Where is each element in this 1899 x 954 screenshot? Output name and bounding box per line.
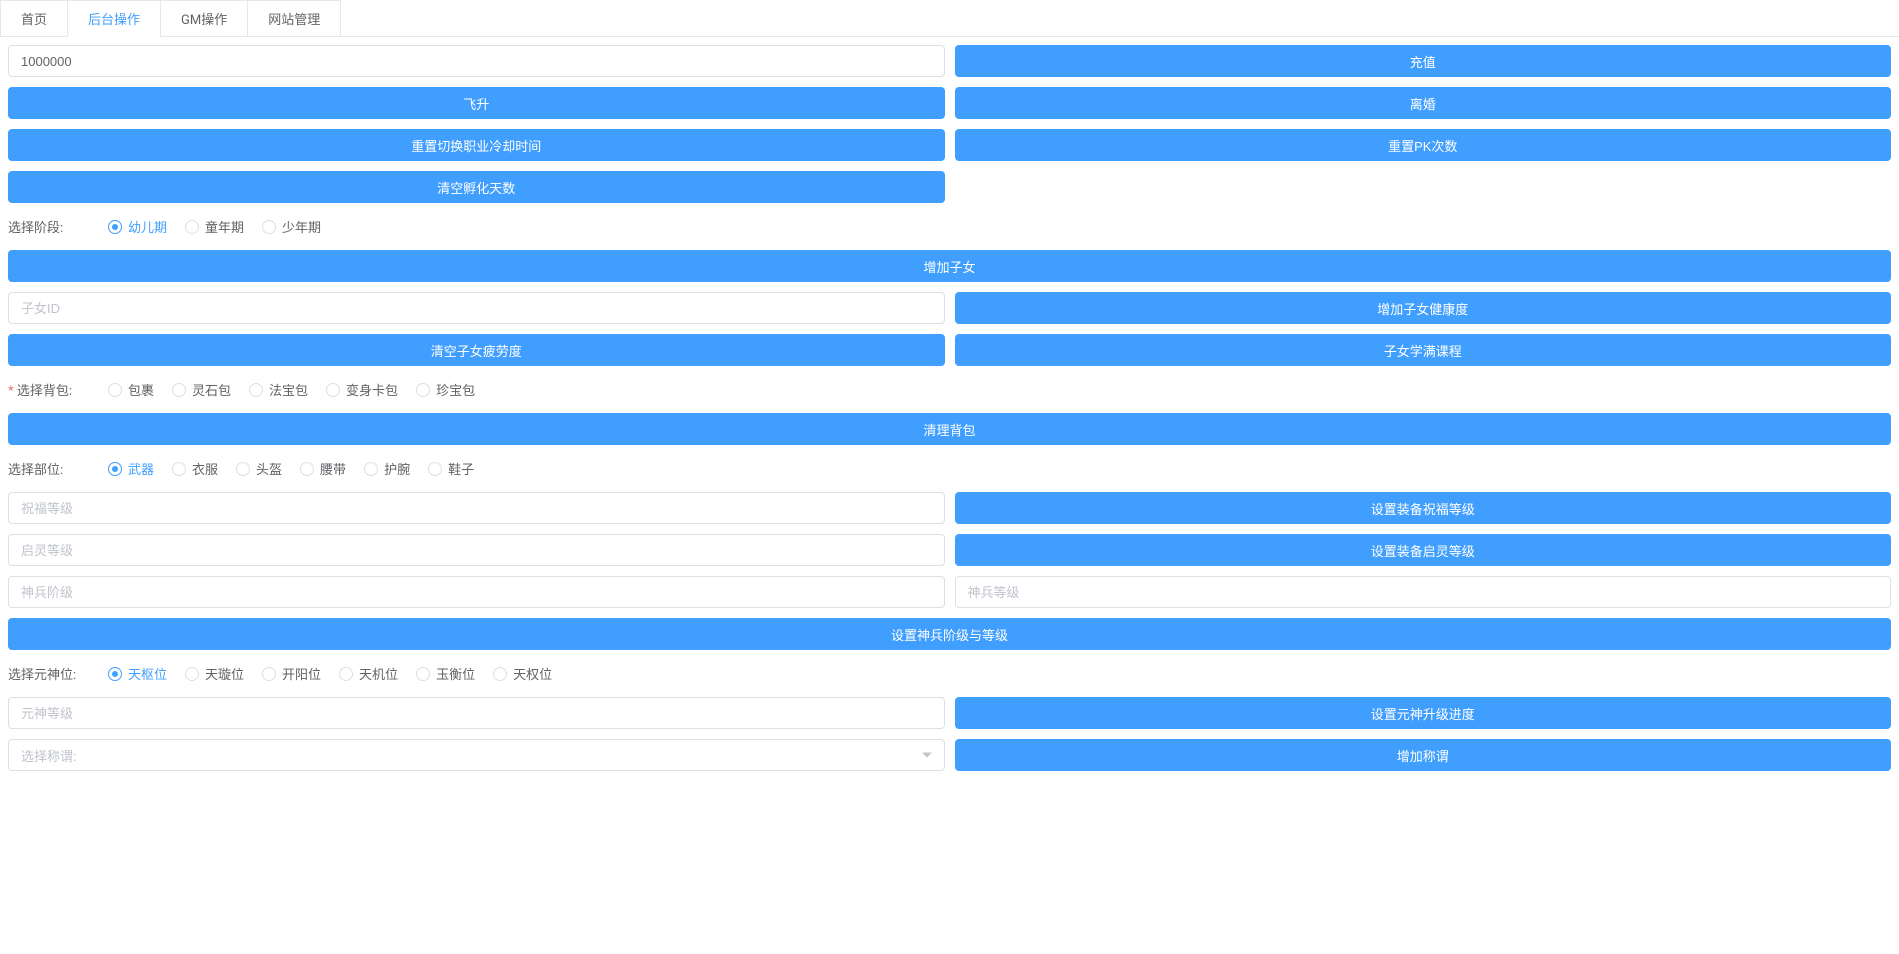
radio-part-weapon[interactable]: 武器 — [108, 459, 154, 478]
radio-bag-rare[interactable]: 珍宝包 — [416, 380, 475, 399]
divorce-button[interactable]: 离婚 — [955, 87, 1892, 119]
stage-label: 选择阶段: — [8, 217, 108, 236]
clear-hatch-button[interactable]: 清空孵化天数 — [8, 171, 945, 203]
title-select[interactable]: 选择称谓: — [8, 739, 945, 771]
part-label: 选择部位: — [8, 459, 108, 478]
set-blessing-button[interactable]: 设置装备祝福等级 — [955, 492, 1892, 524]
radio-stage-infant[interactable]: 幼儿期 — [108, 217, 167, 236]
tabs-nav: 首页 后台操作 GM操作 网站管理 — [0, 0, 1899, 37]
recharge-button[interactable]: 充值 — [955, 45, 1892, 77]
radio-part-belt[interactable]: 腰带 — [300, 459, 346, 478]
add-child-button[interactable]: 增加子女 — [8, 250, 1891, 282]
clear-child-fatigue-button[interactable]: 清空子女疲劳度 — [8, 334, 945, 366]
radio-stage-teen[interactable]: 少年期 — [262, 217, 321, 236]
radio-icon — [428, 462, 442, 476]
qiling-input[interactable] — [8, 534, 945, 566]
radio-icon — [172, 383, 186, 397]
ascend-button[interactable]: 飞升 — [8, 87, 945, 119]
child-id-input[interactable] — [8, 292, 945, 324]
tab-backend[interactable]: 后台操作 — [67, 0, 161, 37]
set-shenbing-button[interactable]: 设置神兵阶级与等级 — [8, 618, 1891, 650]
radio-icon — [185, 667, 199, 681]
radio-icon — [236, 462, 250, 476]
radio-part-clothes[interactable]: 衣服 — [172, 459, 218, 478]
add-child-health-button[interactable]: 增加子女健康度 — [955, 292, 1892, 324]
reset-job-cd-button[interactable]: 重置切换职业冷却时间 — [8, 129, 945, 161]
radio-icon — [185, 220, 199, 234]
amount-input[interactable] — [8, 45, 945, 77]
tab-home[interactable]: 首页 — [0, 0, 68, 36]
radio-icon — [416, 383, 430, 397]
part-radio-group: 武器 衣服 头盔 腰带 护腕 鞋子 — [108, 459, 474, 478]
radio-yuanshen-kaiyang[interactable]: 开阳位 — [262, 664, 321, 683]
radio-icon — [108, 667, 122, 681]
radio-icon — [326, 383, 340, 397]
radio-yuanshen-yuheng[interactable]: 玉衡位 — [416, 664, 475, 683]
radio-icon — [300, 462, 314, 476]
radio-icon — [493, 667, 507, 681]
radio-icon — [108, 462, 122, 476]
radio-yuanshen-tianji[interactable]: 天机位 — [339, 664, 398, 683]
yuanshen-label: 选择元神位: — [8, 664, 108, 683]
radio-icon — [108, 220, 122, 234]
radio-icon — [172, 462, 186, 476]
title-select-placeholder: 选择称谓: — [21, 746, 76, 765]
radio-icon — [262, 220, 276, 234]
radio-stage-child[interactable]: 童年期 — [185, 217, 244, 236]
radio-yuanshen-tianquan[interactable]: 天权位 — [493, 664, 552, 683]
yuanshen-level-input[interactable] — [8, 697, 945, 729]
shenbing-level-input[interactable] — [955, 576, 1892, 608]
radio-bag-pack[interactable]: 包裹 — [108, 380, 154, 399]
stage-radio-group: 幼儿期 童年期 少年期 — [108, 217, 321, 236]
clear-bag-button[interactable]: 清理背包 — [8, 413, 1891, 445]
radio-icon — [249, 383, 263, 397]
radio-bag-transform[interactable]: 变身卡包 — [326, 380, 398, 399]
radio-yuanshen-tianxuan[interactable]: 天璇位 — [185, 664, 244, 683]
radio-part-helmet[interactable]: 头盔 — [236, 459, 282, 478]
shenbing-stage-input[interactable] — [8, 576, 945, 608]
bag-radio-group: 包裹 灵石包 法宝包 变身卡包 珍宝包 — [108, 380, 475, 399]
radio-bag-treasure[interactable]: 法宝包 — [249, 380, 308, 399]
radio-bag-stone[interactable]: 灵石包 — [172, 380, 231, 399]
radio-icon — [416, 667, 430, 681]
radio-part-shoes[interactable]: 鞋子 — [428, 459, 474, 478]
bag-label: 选择背包: — [8, 380, 108, 399]
set-qiling-button[interactable]: 设置装备启灵等级 — [955, 534, 1892, 566]
radio-icon — [262, 667, 276, 681]
add-title-button[interactable]: 增加称谓 — [955, 739, 1892, 771]
reset-pk-button[interactable]: 重置PK次数 — [955, 129, 1892, 161]
tab-site[interactable]: 网站管理 — [247, 0, 341, 36]
radio-icon — [108, 383, 122, 397]
radio-part-bracer[interactable]: 护腕 — [364, 459, 410, 478]
yuanshen-radio-group: 天枢位 天璇位 开阳位 天机位 玉衡位 天权位 — [108, 664, 552, 683]
radio-icon — [339, 667, 353, 681]
set-yuanshen-button[interactable]: 设置元神升级进度 — [955, 697, 1892, 729]
child-full-course-button[interactable]: 子女学满课程 — [955, 334, 1892, 366]
tab-gm[interactable]: GM操作 — [160, 0, 248, 36]
radio-yuanshen-tianshu[interactable]: 天枢位 — [108, 664, 167, 683]
blessing-input[interactable] — [8, 492, 945, 524]
radio-icon — [364, 462, 378, 476]
